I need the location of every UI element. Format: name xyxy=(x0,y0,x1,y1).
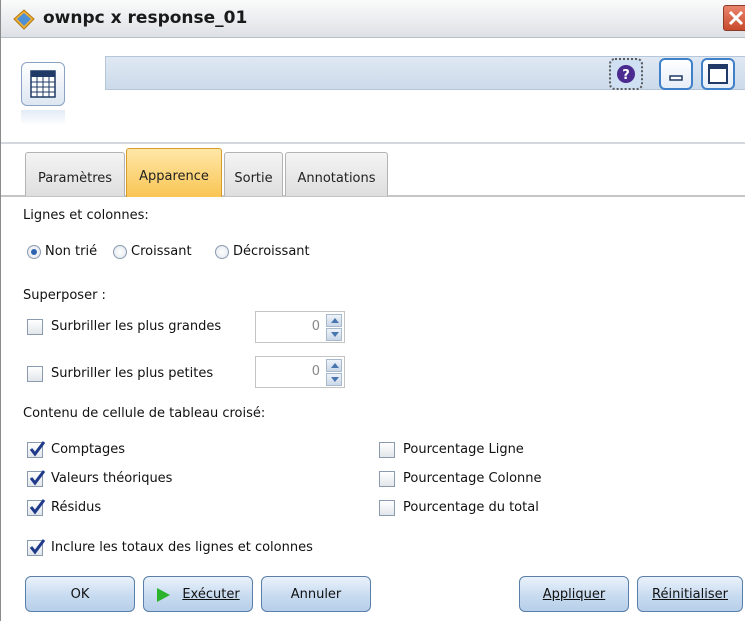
arrow-up-icon xyxy=(331,363,339,368)
help-icon: ? xyxy=(617,65,635,83)
ok-button[interactable]: OK xyxy=(25,576,135,612)
arrow-down-icon xyxy=(331,332,339,337)
radio-croissant[interactable] xyxy=(113,245,127,259)
reset-label: Réinitialiser xyxy=(652,587,728,602)
node-header: ? xyxy=(1,38,745,146)
execute-label: Exécuter xyxy=(182,587,240,602)
help-button[interactable]: ? xyxy=(609,58,643,90)
minimize-icon xyxy=(669,75,683,81)
apply-label: Appliquer xyxy=(542,587,606,602)
title-bar[interactable]: ownpc x response_01 xyxy=(1,0,745,38)
tab-apparence[interactable]: Apparence xyxy=(126,148,222,197)
header-separator xyxy=(1,142,745,144)
checkmark-icon xyxy=(29,539,46,555)
label-comptages: Comptages xyxy=(51,442,126,457)
node-icon-reflection xyxy=(21,110,65,126)
spinner-highlight-smallest[interactable]: 0 xyxy=(255,356,345,388)
window-title: ownpc x response_01 xyxy=(43,8,248,28)
spin-up-button[interactable] xyxy=(326,359,342,372)
checkmark-icon xyxy=(29,441,46,457)
spinner-value-largest[interactable]: 0 xyxy=(312,319,320,334)
svg-text:?: ? xyxy=(622,68,630,83)
radio-decroissant[interactable] xyxy=(215,245,229,259)
label-pourcentage-ligne: Pourcentage Ligne xyxy=(403,442,524,457)
arrow-up-icon xyxy=(331,318,339,323)
radio-label-non-trie: Non trié xyxy=(45,244,98,259)
checkbox-pourcentage-colonne[interactable] xyxy=(379,471,395,487)
label-pourcentage-total: Pourcentage du total xyxy=(403,500,539,515)
maximize-icon xyxy=(708,64,728,84)
checkmark-icon xyxy=(29,470,46,486)
maximize-button[interactable] xyxy=(701,58,735,90)
checkbox-residus[interactable] xyxy=(27,499,46,516)
spinner-highlight-largest[interactable]: 0 xyxy=(255,311,345,343)
checkbox-highlight-largest[interactable] xyxy=(27,319,43,335)
dialog-window: ownpc x response_01 ? Paramètres Apparen… xyxy=(0,0,745,621)
minimize-button[interactable] xyxy=(659,58,693,90)
overlay-heading: Superposer : xyxy=(23,288,106,303)
label-highlight-largest: Surbriller les plus grandes xyxy=(51,319,222,334)
tab-sortie[interactable]: Sortie xyxy=(224,152,283,196)
label-residus: Résidus xyxy=(51,500,102,515)
spin-up-button[interactable] xyxy=(326,314,342,327)
checkbox-highlight-smallest[interactable] xyxy=(27,366,43,382)
reset-button[interactable]: Réinitialiser xyxy=(637,576,743,612)
radio-non-trie[interactable] xyxy=(27,245,41,259)
diamond-node-icon xyxy=(13,9,35,30)
tab-annotations[interactable]: Annotations xyxy=(285,152,388,196)
checkbox-valeurs-theoriques[interactable] xyxy=(27,470,46,487)
checkmark-icon xyxy=(29,499,46,515)
spinner-value-smallest[interactable]: 0 xyxy=(312,364,320,379)
table-node-icon xyxy=(21,62,65,106)
checkbox-comptages[interactable] xyxy=(27,441,46,458)
node-name-field[interactable] xyxy=(105,56,745,90)
checkbox-inclure-totaux[interactable] xyxy=(27,539,46,556)
label-valeurs-theoriques: Valeurs théoriques xyxy=(51,471,173,486)
sorting-heading: Lignes et colonnes: xyxy=(23,208,149,223)
close-icon xyxy=(728,10,744,26)
checkbox-pourcentage-total[interactable] xyxy=(379,500,395,516)
spin-down-button[interactable] xyxy=(326,328,342,341)
radio-label-decroissant: Décroissant xyxy=(233,244,310,259)
spin-down-button[interactable] xyxy=(326,373,342,386)
checkbox-pourcentage-ligne[interactable] xyxy=(379,442,395,458)
tab-parametres[interactable]: Paramètres xyxy=(25,152,125,196)
execute-button[interactable]: Exécuter xyxy=(143,576,253,612)
label-highlight-smallest: Surbriller les plus petites xyxy=(51,366,214,381)
play-icon xyxy=(157,588,170,602)
arrow-down-icon xyxy=(331,377,339,382)
label-pourcentage-colonne: Pourcentage Colonne xyxy=(403,471,542,486)
radio-label-croissant: Croissant xyxy=(131,244,192,259)
cells-heading: Contenu de cellule de tableau croisé: xyxy=(23,406,266,421)
cancel-button[interactable]: Annuler xyxy=(261,576,371,612)
label-inclure-totaux: Inclure les totaux des lignes et colonne… xyxy=(51,540,313,555)
apply-button[interactable]: Appliquer xyxy=(519,576,629,612)
close-button[interactable] xyxy=(723,5,745,31)
